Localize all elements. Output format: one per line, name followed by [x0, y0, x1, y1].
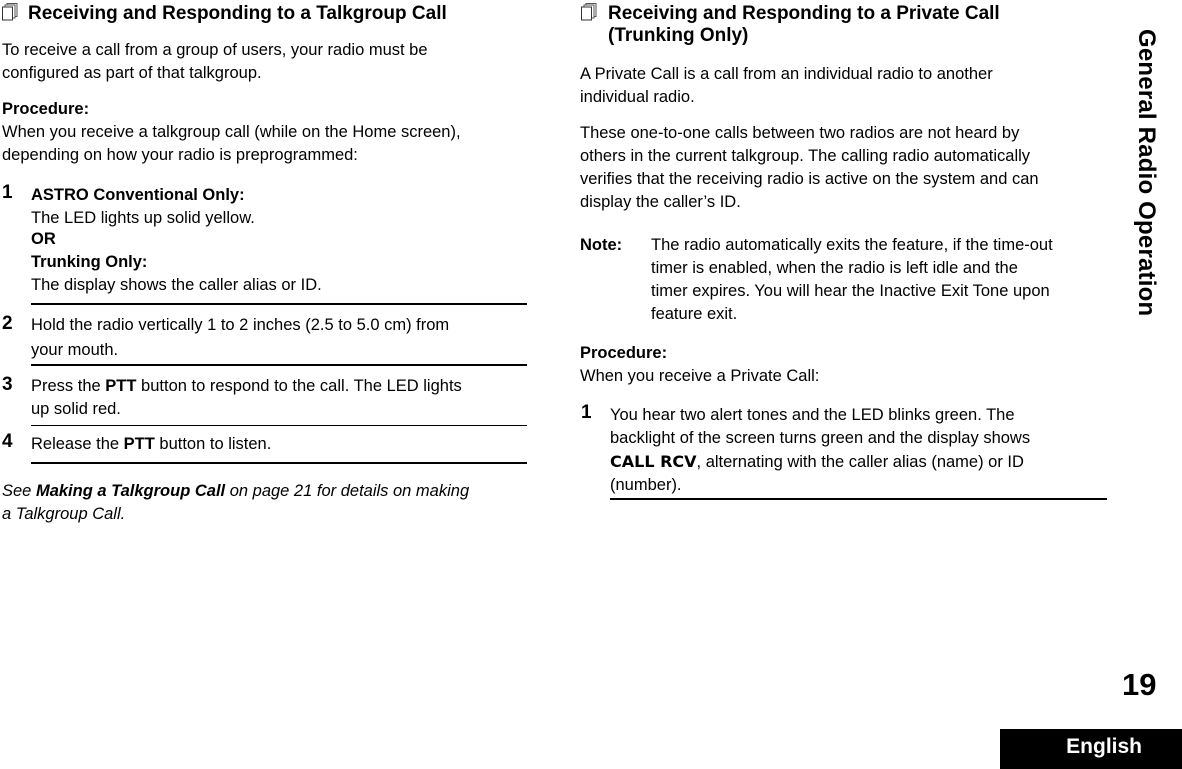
intro-line: configured as part of that talkgroup. — [2, 64, 262, 82]
step-line: CALL RCV, alternating with the caller al… — [610, 450, 1030, 474]
private-call-para-2: These one-to-one calls between two radio… — [580, 122, 1039, 214]
see-also: See Making a Talkgroup Call on page 21 f… — [2, 480, 469, 526]
procedure-label: Procedure: — [580, 344, 668, 362]
text: , alternating with the caller alias (nam… — [696, 453, 1024, 471]
step-number: 1 — [581, 402, 592, 423]
step-line: up solid red. — [31, 400, 121, 418]
heading-line: (Trunking Only) — [608, 25, 749, 46]
step-divider — [31, 462, 527, 464]
note-line: timer expires. You will hear the Inactiv… — [651, 282, 1050, 300]
step-number: 3 — [2, 374, 13, 395]
astro-label: ASTRO Conventional Only: — [31, 186, 245, 204]
step-line: Hold the radio vertically 1 to 2 inches … — [31, 316, 450, 334]
step-number: 4 — [2, 431, 13, 452]
text: Press the — [31, 377, 106, 395]
procedure-label: Procedure: — [2, 100, 90, 118]
step-divider — [610, 498, 1107, 500]
step-4-content: Release the PTT button to listen. — [31, 433, 271, 456]
step-line: (number). — [610, 476, 682, 494]
section-heading-talkgroup: Receiving and Responding to a Talkgroup … — [28, 3, 447, 24]
text: See — [2, 482, 36, 500]
text: button to listen. — [154, 435, 272, 453]
book-icon — [2, 3, 18, 21]
step-line: Press the PTT button to respond to the c… — [31, 375, 462, 398]
step-2-content: Hold the radio vertically 1 to 2 inches … — [31, 313, 449, 363]
para-line: A Private Call is a call from an individ… — [580, 65, 993, 83]
step-line: your mouth. — [31, 341, 119, 359]
step-line: You hear two alert tones and the LED bli… — [610, 406, 1015, 424]
note-line: feature exit. — [651, 305, 738, 323]
book-icon — [581, 3, 597, 21]
para-line: display the caller’s ID. — [580, 193, 741, 211]
step-divider — [31, 364, 527, 366]
text: on page 21 for details on making — [225, 482, 470, 500]
step-divider — [31, 303, 527, 305]
private-call-para-1: A Private Call is a call from an individ… — [580, 63, 993, 109]
note-line: The radio automatically exits the featur… — [651, 236, 1053, 254]
ptt-label: PTT — [123, 435, 155, 453]
cross-reference-link[interactable]: Making a Talkgroup Call — [36, 482, 225, 500]
para-line: individual radio. — [580, 88, 695, 106]
note-line: timer is enabled, when the radio is left… — [651, 259, 1018, 277]
private-step-1-content: You hear two alert tones and the LED bli… — [610, 404, 1030, 497]
procedure-text: When you receive a talkgroup call (while… — [2, 121, 461, 167]
step-1-content: ASTRO Conventional Only: The LED lights … — [31, 184, 322, 297]
section-heading-private-call: Receiving and Responding to a Private Ca… — [608, 3, 1000, 47]
procedure-line: When you receive a talkgroup call (while… — [2, 123, 461, 141]
astro-text: The LED lights up solid yellow. — [31, 209, 255, 227]
trunking-text: The display shows the caller alias or ID… — [31, 276, 322, 294]
ptt-label: PTT — [105, 377, 137, 395]
text: Release the — [31, 435, 124, 453]
step-line: backlight of the screen turns green and … — [610, 429, 1031, 447]
language-tab: English — [1000, 729, 1182, 769]
see-also-line: a Talkgroup Call. — [2, 505, 126, 523]
step-3-content: Press the PTT button to respond to the c… — [31, 375, 462, 421]
or-label: OR — [31, 230, 56, 248]
para-line: verifies that the receiving radio is act… — [580, 170, 1039, 188]
heading-line: Receiving and Responding to a Private Ca… — [608, 3, 1000, 24]
chapter-side-title: General Radio Operation — [1133, 29, 1160, 317]
text: button to respond to the call. The LED l… — [136, 377, 462, 395]
note-text: The radio automatically exits the featur… — [651, 234, 1053, 326]
intro-line: To receive a call from a group of users,… — [2, 41, 428, 59]
note-label: Note: — [580, 236, 623, 254]
trunking-label: Trunking Only: — [31, 253, 148, 271]
talkgroup-intro: To receive a call from a group of users,… — [2, 39, 428, 85]
procedure-line: depending on how your radio is preprogra… — [2, 146, 358, 164]
step-number: 2 — [2, 313, 13, 334]
step-divider — [31, 425, 527, 426]
step-number: 1 — [2, 182, 13, 203]
see-also-line: See Making a Talkgroup Call on page 21 f… — [2, 480, 469, 503]
display-text-call-rcv: CALL RCV — [610, 452, 697, 471]
para-line: These one-to-one calls between two radio… — [580, 124, 1020, 142]
procedure-text: When you receive a Private Call: — [580, 367, 820, 385]
page-number: 19 — [1122, 667, 1157, 702]
para-line: others in the current talkgroup. The cal… — [580, 147, 1031, 165]
